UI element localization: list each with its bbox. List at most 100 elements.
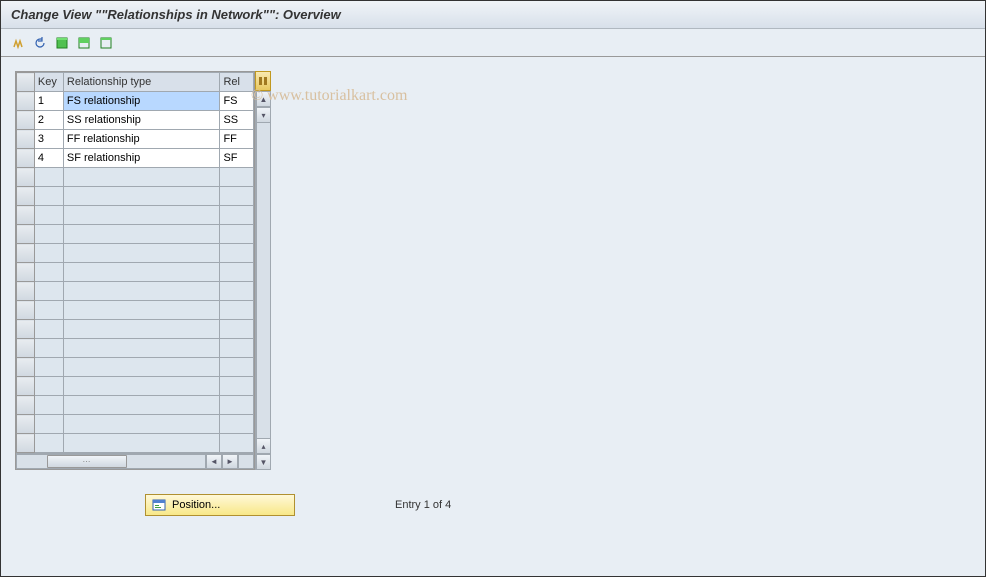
hscroll-thumb[interactable]: ⋯ (47, 455, 127, 468)
table-row[interactable] (17, 396, 254, 415)
row-selector[interactable] (17, 149, 35, 168)
cell-type[interactable] (63, 434, 220, 453)
table-row[interactable]: 4 SF relationship SF (17, 149, 254, 168)
cell-key[interactable] (34, 320, 63, 339)
cell-rel[interactable] (220, 320, 254, 339)
cell-rel[interactable] (220, 187, 254, 206)
position-button[interactable]: Position... (145, 494, 295, 516)
scroll-up-icon[interactable]: ▲ (256, 91, 271, 107)
cell-key[interactable] (34, 263, 63, 282)
cell-type[interactable] (63, 415, 220, 434)
table-row[interactable] (17, 339, 254, 358)
row-selector[interactable] (17, 225, 35, 244)
scroll-up-step-icon[interactable]: ▾ (256, 107, 271, 123)
select-all-icon[interactable] (53, 34, 71, 52)
row-selector[interactable] (17, 320, 35, 339)
cell-type[interactable] (63, 301, 220, 320)
row-selector[interactable] (17, 244, 35, 263)
column-header-rel[interactable]: Rel (220, 73, 254, 92)
cell-key[interactable] (34, 396, 63, 415)
cell-key[interactable]: 3 (34, 130, 63, 149)
row-selector[interactable] (17, 434, 35, 453)
scroll-down-step-icon[interactable]: ▴ (256, 438, 271, 454)
cell-key[interactable] (34, 244, 63, 263)
table-row[interactable]: 1 FS relationship FS (17, 92, 254, 111)
cell-type[interactable]: SF relationship (63, 149, 220, 168)
cell-rel[interactable]: SF (220, 149, 254, 168)
cell-rel[interactable]: FS (220, 92, 254, 111)
cell-rel[interactable] (220, 168, 254, 187)
cell-key[interactable] (34, 301, 63, 320)
select-block-icon[interactable] (75, 34, 93, 52)
row-selector[interactable] (17, 92, 35, 111)
table-row[interactable] (17, 434, 254, 453)
data-table[interactable]: Key Relationship type Rel 1 FS relations… (16, 72, 254, 453)
row-selector[interactable] (17, 263, 35, 282)
cell-rel[interactable] (220, 415, 254, 434)
vertical-scrollbar[interactable]: ▲ ▾ ▴ ▼ (255, 91, 271, 470)
hscroll-right-icon[interactable]: ► (222, 454, 238, 469)
table-row[interactable] (17, 168, 254, 187)
cell-rel[interactable] (220, 206, 254, 225)
cell-key[interactable] (34, 206, 63, 225)
cell-key[interactable] (34, 377, 63, 396)
undo-icon[interactable] (31, 34, 49, 52)
row-selector[interactable] (17, 206, 35, 225)
cell-key[interactable] (34, 339, 63, 358)
row-selector[interactable] (17, 187, 35, 206)
cell-key[interactable] (34, 282, 63, 301)
row-selector[interactable] (17, 396, 35, 415)
row-selector[interactable] (17, 358, 35, 377)
cell-key[interactable] (34, 415, 63, 434)
row-selector[interactable] (17, 168, 35, 187)
cell-type[interactable] (63, 339, 220, 358)
row-selector[interactable] (17, 282, 35, 301)
table-row[interactable] (17, 320, 254, 339)
table-row[interactable]: 3 FF relationship FF (17, 130, 254, 149)
cell-key[interactable] (34, 434, 63, 453)
cell-rel[interactable] (220, 282, 254, 301)
cell-rel[interactable] (220, 396, 254, 415)
horizontal-scrollbar[interactable]: ⋯ ◄ ► (16, 453, 254, 469)
table-row[interactable] (17, 263, 254, 282)
cell-rel[interactable]: FF (220, 130, 254, 149)
cell-rel[interactable] (220, 434, 254, 453)
cell-type[interactable] (63, 358, 220, 377)
cell-key[interactable] (34, 187, 63, 206)
cell-rel[interactable] (220, 377, 254, 396)
table-row[interactable] (17, 187, 254, 206)
change-icon[interactable] (9, 34, 27, 52)
row-selector[interactable] (17, 415, 35, 434)
cell-type[interactable] (63, 187, 220, 206)
vscroll-track[interactable] (256, 123, 271, 438)
cell-rel[interactable] (220, 358, 254, 377)
cell-type[interactable] (63, 282, 220, 301)
cell-type[interactable] (63, 168, 220, 187)
row-selector-header[interactable] (17, 73, 35, 92)
cell-type[interactable] (63, 320, 220, 339)
table-row[interactable] (17, 244, 254, 263)
cell-rel[interactable] (220, 244, 254, 263)
row-selector[interactable] (17, 339, 35, 358)
hscroll-left-icon[interactable]: ◄ (206, 454, 222, 469)
cell-key[interactable] (34, 225, 63, 244)
cell-rel[interactable] (220, 339, 254, 358)
cell-key[interactable] (34, 358, 63, 377)
cell-key[interactable]: 4 (34, 149, 63, 168)
row-selector[interactable] (17, 111, 35, 130)
row-selector[interactable] (17, 301, 35, 320)
cell-type[interactable] (63, 377, 220, 396)
cell-key[interactable]: 2 (34, 111, 63, 130)
table-row[interactable] (17, 225, 254, 244)
cell-type[interactable] (63, 263, 220, 282)
table-settings-button[interactable] (255, 71, 271, 91)
cell-rel[interactable]: SS (220, 111, 254, 130)
table-row[interactable] (17, 358, 254, 377)
cell-type[interactable]: SS relationship (63, 111, 220, 130)
row-selector[interactable] (17, 130, 35, 149)
cell-type[interactable] (63, 225, 220, 244)
table-row[interactable] (17, 282, 254, 301)
deselect-all-icon[interactable] (97, 34, 115, 52)
table-row[interactable]: 2 SS relationship SS (17, 111, 254, 130)
scroll-down-icon[interactable]: ▼ (256, 454, 271, 470)
